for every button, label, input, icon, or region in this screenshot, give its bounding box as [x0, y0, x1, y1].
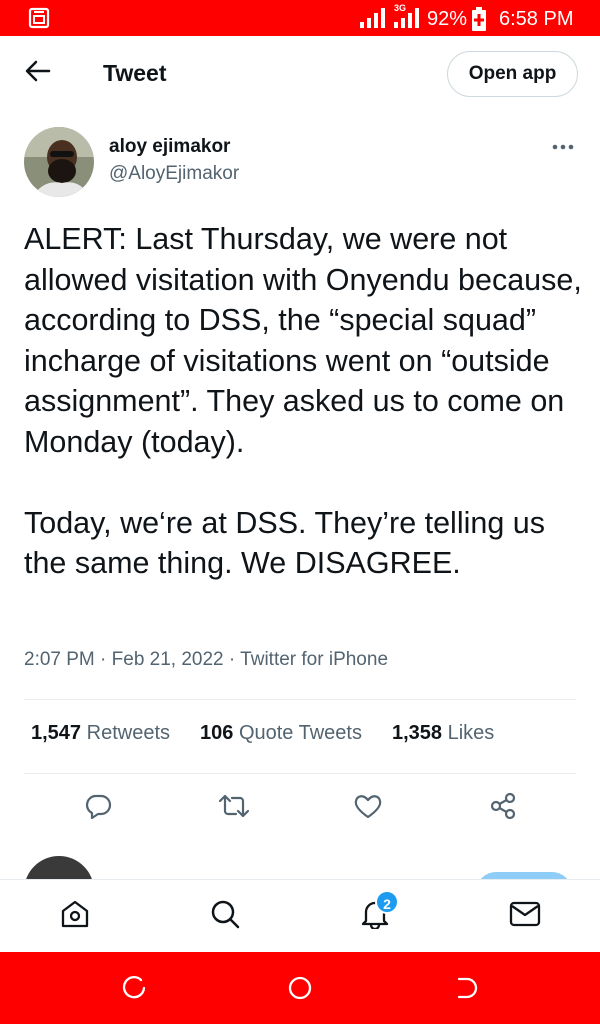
quote-tweets-stat[interactable]: 106 Quote Tweets: [200, 722, 362, 745]
recent-apps-icon: [121, 975, 147, 1006]
recent-apps-button[interactable]: [120, 975, 148, 1006]
retweets-count: 1,547: [31, 722, 82, 744]
more-options-button[interactable]: [548, 136, 578, 156]
notification-badge: 2: [375, 890, 399, 914]
status-bar: 3G 92% 6:58 PM: [0, 0, 600, 36]
back-system-button[interactable]: [452, 976, 480, 1004]
system-navigation-bar: [0, 952, 600, 1024]
tweet-actions: [0, 788, 600, 828]
open-app-button[interactable]: Open app: [447, 51, 578, 97]
home-icon: [60, 899, 90, 934]
nav-home[interactable]: [55, 896, 95, 936]
share-button[interactable]: [483, 788, 523, 828]
likes-count: 1,358: [391, 722, 443, 744]
circle-home-icon: [287, 975, 313, 1006]
clock: 6:58 PM: [499, 8, 574, 30]
nav-search[interactable]: [205, 896, 245, 936]
battery-charging-icon: [472, 7, 486, 36]
retweet-button[interactable]: [214, 788, 254, 828]
quotes-count: 106: [200, 722, 234, 744]
arrow-left-icon: [25, 60, 51, 87]
quotes-label: Quote Tweets: [238, 722, 362, 744]
likes-stat[interactable]: 1,358 Likes: [392, 722, 494, 745]
divider: [24, 699, 576, 700]
retweet-icon: [218, 793, 250, 824]
author-avatar[interactable]: [24, 127, 94, 197]
retweets-label: Retweets: [86, 722, 170, 744]
envelope-icon: [509, 900, 541, 933]
sim-card-icon: [28, 7, 50, 34]
signal-strength-icon: [360, 8, 386, 33]
signal-strength-icon: [394, 8, 420, 33]
heart-icon: [354, 793, 382, 824]
more-horizontal-icon: [552, 137, 574, 155]
battery-percent: 92%: [427, 8, 468, 30]
author-handle[interactable]: @AloyEjimakor: [109, 163, 239, 185]
tweet-timestamp: 2:07 PM · Feb 21, 2022 · Twitter for iPh…: [24, 649, 389, 670]
author-name[interactable]: aloy ejimakor: [109, 136, 230, 158]
retweets-stat[interactable]: 1,547 Retweets: [31, 722, 170, 745]
likes-label: Likes: [447, 722, 495, 744]
home-system-button[interactable]: [286, 976, 314, 1004]
back-arrow-icon: [453, 975, 479, 1006]
tweet-stats: 1,547 Retweets 106 Quote Tweets 1,358 Li…: [31, 722, 524, 745]
page-title: Tweet: [103, 60, 167, 86]
reply-button[interactable]: [78, 788, 118, 828]
back-button[interactable]: [18, 56, 58, 90]
tweet-header: Tweet Open app: [0, 36, 600, 110]
reply-icon: [84, 792, 112, 825]
nav-messages[interactable]: [505, 896, 545, 936]
search-icon: [210, 899, 240, 934]
divider: [24, 773, 576, 774]
share-icon: [489, 792, 517, 825]
like-button[interactable]: [348, 788, 388, 828]
tweet-text: ALERT: Last Thursday, we were not allowe…: [24, 222, 582, 580]
bottom-navigation: [0, 879, 600, 952]
